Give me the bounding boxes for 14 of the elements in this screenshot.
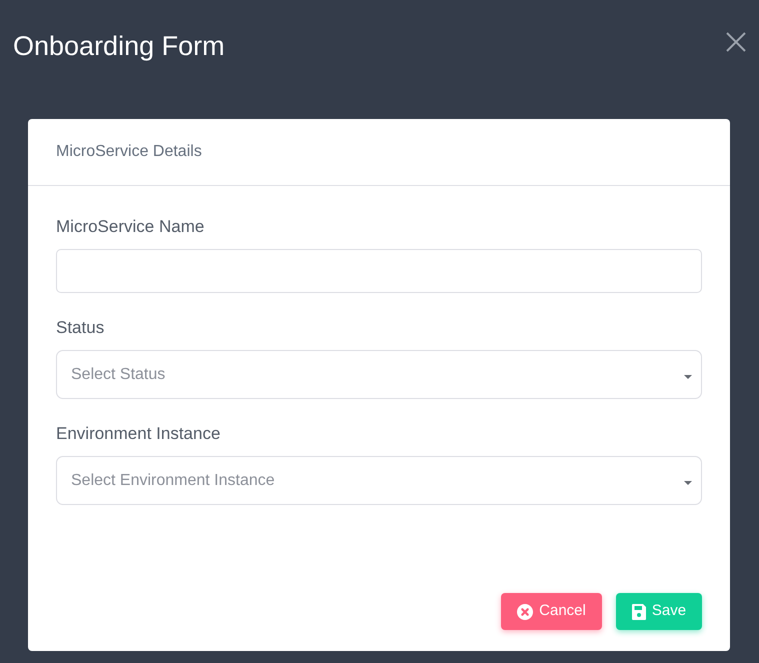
cancel-button[interactable]: Cancel xyxy=(501,593,602,630)
dialog-title: Onboarding Form xyxy=(13,30,225,63)
select-dropdown[interactable]: Select Status xyxy=(56,350,702,399)
select-dropdown[interactable]: Select Environment Instance xyxy=(56,456,702,505)
field-label: Environment Instance xyxy=(56,423,222,445)
save-button[interactable]: Save xyxy=(616,593,702,630)
field-label: MicroService Name xyxy=(56,216,206,238)
caret-icon xyxy=(684,374,692,378)
text-input-field[interactable] xyxy=(56,249,702,293)
close-icon[interactable] xyxy=(726,32,746,52)
caret-icon xyxy=(684,480,692,484)
field-label: Status xyxy=(56,317,106,339)
card-title: MicroService Details xyxy=(56,142,202,162)
close-circle-icon xyxy=(517,604,534,620)
